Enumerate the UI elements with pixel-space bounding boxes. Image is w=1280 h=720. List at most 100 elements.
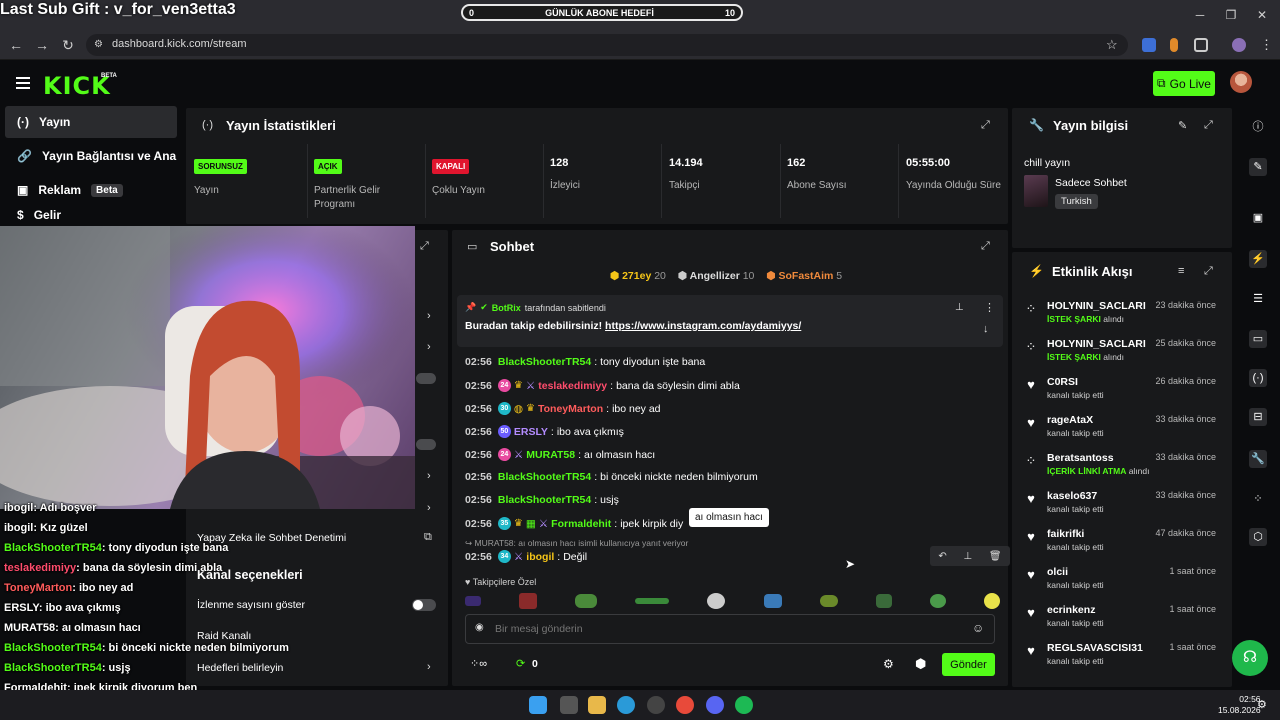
message-username[interactable]: MURAT58 bbox=[526, 449, 575, 461]
event-user[interactable]: HOLYNIN_SACLARI bbox=[1047, 300, 1146, 312]
hamburger-menu-icon[interactable] bbox=[16, 77, 30, 89]
stats-icon[interactable]: ▣ bbox=[1249, 209, 1267, 227]
chat-message[interactable]: 02:56 BlackShooterTR54: tony diyodun işte … bbox=[465, 356, 705, 368]
send-button[interactable]: Gönder bbox=[942, 653, 995, 676]
expand-icon[interactable]: ⤢ bbox=[1204, 119, 1213, 132]
minimize-icon[interactable]: ─ bbox=[1190, 6, 1210, 24]
event-user[interactable]: C0RSI bbox=[1047, 376, 1078, 388]
expand-icon[interactable]: ⤢ bbox=[981, 119, 990, 132]
pin-icon[interactable]: ⊥ bbox=[955, 302, 964, 313]
support-headset-icon[interactable]: ☊ bbox=[1232, 640, 1268, 676]
event-user[interactable]: Beratsantoss bbox=[1047, 452, 1114, 464]
reload-icon[interactable]: ↻ bbox=[58, 36, 78, 54]
chevron-right-icon[interactable]: › bbox=[427, 502, 431, 514]
nav-item-revenue[interactable]: $ Gelir bbox=[5, 208, 177, 226]
close-icon[interactable]: ✕ bbox=[1252, 6, 1272, 24]
bookmark-star-icon[interactable]: ☆ bbox=[1106, 37, 1118, 53]
expand-icon[interactable]: ⤢ bbox=[420, 240, 429, 253]
event-user[interactable]: ecrinkenz bbox=[1047, 604, 1095, 616]
discord-icon[interactable] bbox=[706, 696, 724, 714]
delete-icon[interactable]: 🗑 bbox=[989, 551, 1002, 562]
expand-icon[interactable]: ⤢ bbox=[1204, 265, 1213, 278]
message-username[interactable]: ToneyMarton bbox=[538, 403, 603, 415]
event-row[interactable]: ⁘ HOLYNIN_SACLARI İSTEK ŞARKI alındı 23 dak… bbox=[1024, 300, 1224, 338]
notification-icon[interactable]: ⚙ bbox=[1257, 698, 1267, 711]
file-explorer-icon[interactable] bbox=[588, 696, 606, 714]
infinity-points-icon[interactable]: ⁘∞ bbox=[470, 657, 487, 670]
list-icon[interactable]: ☰ bbox=[1249, 290, 1267, 308]
message-username[interactable]: Formaldehit bbox=[551, 518, 611, 530]
event-user[interactable]: rageAtaX bbox=[1047, 414, 1093, 426]
wrench-icon[interactable]: 🔧 bbox=[1249, 450, 1267, 468]
event-user[interactable]: kaselo637 bbox=[1047, 490, 1097, 502]
extension-icon[interactable] bbox=[1170, 38, 1178, 52]
app-icon[interactable] bbox=[647, 696, 665, 714]
category-name[interactable]: Sadece Sohbet bbox=[1055, 177, 1127, 189]
external-link-icon[interactable]: ⧉ bbox=[424, 531, 432, 544]
toggle-switch[interactable] bbox=[416, 373, 436, 384]
shield-icon[interactable]: ⬡ bbox=[1249, 528, 1267, 546]
site-info-icon[interactable]: ⚙ bbox=[94, 39, 103, 50]
pinned-link[interactable]: https://www.instagram.com/aydamiyys/ bbox=[605, 320, 801, 332]
message-username[interactable]: teslakedimiyy bbox=[538, 380, 607, 392]
leaderboard-entry[interactable]: ⬢ Angellizer 10 bbox=[678, 270, 755, 282]
chat-message[interactable]: 02:56 BlackShooterTR54: bi önceki nickte n… bbox=[465, 471, 758, 483]
emote-icon[interactable] bbox=[707, 593, 726, 609]
edge-icon[interactable] bbox=[617, 696, 635, 714]
task-view-icon[interactable] bbox=[560, 696, 578, 714]
edit-icon[interactable]: ✎ bbox=[1178, 119, 1187, 132]
chat-message[interactable]: 02:56 35 ♛ ▦ ⚔ Formaldehit: ipek kirpik diy bbox=[465, 517, 683, 530]
event-row[interactable]: ⁘ Beratsantoss İÇERİK LİNKİ ATMA alındı 33 … bbox=[1024, 452, 1224, 490]
leaderboard-entry[interactable]: ⬢ 271ey 20 bbox=[610, 270, 666, 282]
event-row[interactable]: ♥ olcii kanalı takip etti 1 saat önce bbox=[1024, 566, 1224, 604]
event-row[interactable]: ♥ ecrinkenz kanalı takip etti 1 saat önce bbox=[1024, 604, 1224, 642]
chat-message[interactable]: 02:56 30 ◍ ♛ ToneyMarton: ibo ney ad bbox=[465, 402, 661, 415]
event-row[interactable]: ♥ faikrifki kanalı takip etti 47 dakika önc… bbox=[1024, 528, 1224, 566]
chevron-right-icon[interactable]: › bbox=[427, 341, 431, 353]
pin-icon[interactable]: ⊥ bbox=[963, 551, 972, 562]
leaderboard-entry[interactable]: ⬢ SoFastAim 5 bbox=[766, 270, 842, 282]
maximize-icon[interactable]: ❐ bbox=[1221, 6, 1241, 24]
filter-icon[interactable]: ≡ bbox=[1178, 265, 1184, 277]
clock[interactable]: 02:56 15.08.2026 bbox=[1218, 694, 1261, 716]
emote-icon[interactable] bbox=[983, 593, 1000, 609]
chat-message[interactable]: 02:56 BlackShooterTR54: usjş bbox=[465, 494, 619, 506]
message-username[interactable]: ERSLY bbox=[514, 426, 548, 438]
nav-item-ads[interactable]: ▣ Reklam Beta bbox=[5, 174, 177, 206]
chat-message[interactable]: 02:56 50 ERSLY: ibo ava çıkmış bbox=[465, 425, 624, 438]
profile-icon[interactable] bbox=[1232, 38, 1246, 52]
settings-gear-icon[interactable]: ⚙ bbox=[883, 657, 894, 671]
start-menu-icon[interactable] bbox=[529, 696, 547, 714]
emote-icon[interactable] bbox=[519, 593, 538, 609]
chat-message[interactable]: 02:56 24 ♛ ⚔ teslakedimiyy: bana da söylesin … bbox=[465, 379, 740, 392]
emote-icon[interactable] bbox=[875, 594, 892, 608]
chevron-right-icon[interactable]: › bbox=[427, 470, 431, 482]
info-icon[interactable]: ⓘ bbox=[1249, 118, 1267, 136]
expand-icon[interactable]: ⤢ bbox=[981, 240, 990, 253]
event-row[interactable]: ⁘ HOLYNIN_SACLARI İSTEK ŞARKI alındı 25 dak… bbox=[1024, 338, 1224, 376]
event-row[interactable]: ♥ rageAtaX kanalı takip etti 33 dakika önce bbox=[1024, 414, 1224, 452]
nav-item-stream-key[interactable]: 🔗 Yayın Bağlantısı ve Anahtarı bbox=[5, 140, 177, 172]
event-user[interactable]: HOLYNIN_SACLARI bbox=[1047, 338, 1146, 350]
emote-icon[interactable] bbox=[575, 594, 598, 608]
event-row[interactable]: ♥ REGLSAVASCISI31 kanalı takip etti 1 saat … bbox=[1024, 642, 1224, 680]
spotify-icon[interactable] bbox=[735, 696, 753, 714]
points-icon[interactable]: ⁘ bbox=[1249, 490, 1267, 508]
chat-input[interactable] bbox=[495, 619, 955, 639]
message-username[interactable]: BlackShooterTR54 bbox=[498, 471, 591, 483]
go-live-button[interactable]: ⧉ Go Live bbox=[1153, 71, 1215, 96]
back-icon[interactable]: ← bbox=[6, 36, 26, 54]
emote-icon[interactable] bbox=[819, 595, 838, 607]
browser-menu-icon[interactable]: ⋮ bbox=[1260, 37, 1273, 53]
nav-item-stream[interactable]: (·) Yayın bbox=[5, 106, 177, 138]
lightning-icon[interactable]: ⚡ bbox=[1249, 250, 1267, 268]
chrome-icon[interactable] bbox=[676, 696, 694, 714]
toggle-switch[interactable] bbox=[416, 439, 436, 450]
more-options-icon[interactable]: ⋮ bbox=[984, 301, 995, 314]
forward-icon[interactable]: → bbox=[32, 36, 52, 54]
extensions-puzzle-icon[interactable] bbox=[1194, 38, 1208, 52]
chat-message[interactable]: 02:56 34 ⚔ ibogil: Değil bbox=[465, 550, 587, 563]
chat-message[interactable]: 02:56 24 ⚔ MURAT58: aı olmasın hacı bbox=[465, 448, 655, 461]
emote-icon[interactable] bbox=[763, 594, 782, 608]
reply-icon[interactable]: ↶ bbox=[938, 551, 946, 562]
